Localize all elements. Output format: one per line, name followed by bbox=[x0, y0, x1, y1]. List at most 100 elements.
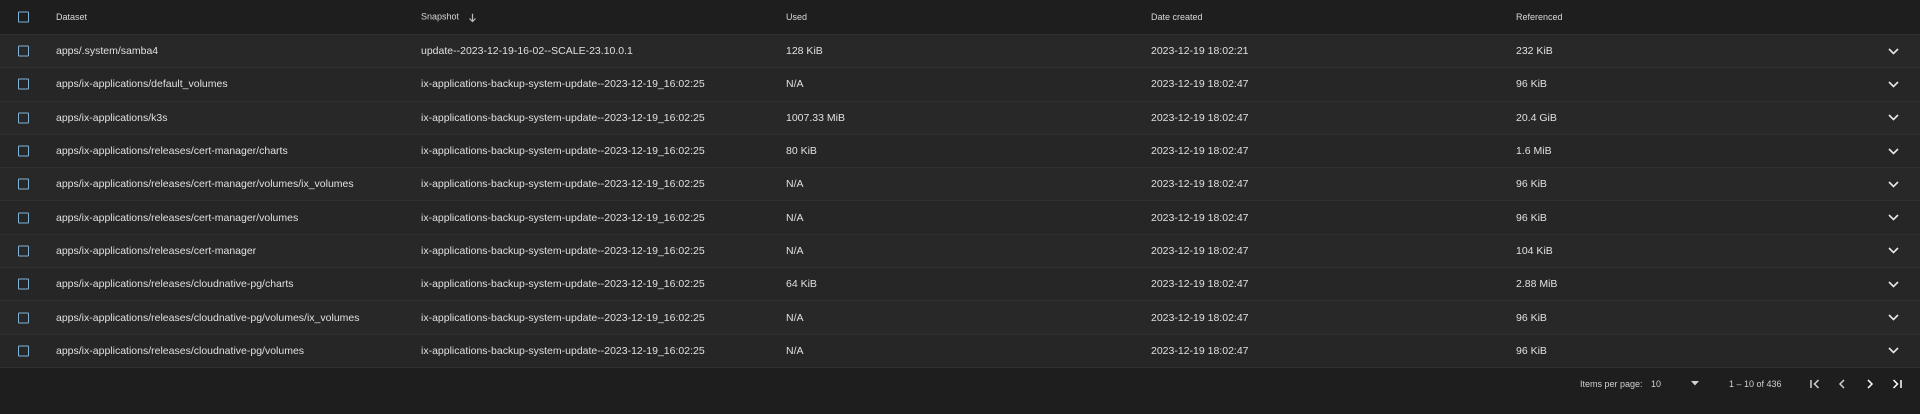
table-row[interactable]: apps/ix-applications/releases/cert-manag… bbox=[0, 201, 1920, 235]
used-cell: N/A bbox=[786, 244, 804, 257]
row-checkbox[interactable] bbox=[18, 112, 29, 124]
select-all-checkbox[interactable] bbox=[18, 11, 29, 23]
used-cell: N/A bbox=[786, 78, 804, 91]
arrow-down-icon bbox=[468, 12, 477, 22]
table-row[interactable]: apps/ix-applications/releases/cloudnativ… bbox=[0, 334, 1920, 368]
referenced-cell: 96 KiB bbox=[1516, 211, 1547, 224]
table-row[interactable]: apps/ix-applications/k3s ix-applications-… bbox=[0, 101, 1920, 135]
expand-row-button[interactable] bbox=[1886, 211, 1900, 225]
first-page-button[interactable] bbox=[1807, 376, 1823, 392]
page-range-label: 1 – 10 of 436 bbox=[1729, 378, 1782, 389]
used-cell: 64 KiB bbox=[786, 278, 817, 291]
dataset-cell: apps/.system/samba4 bbox=[56, 45, 159, 58]
row-checkbox[interactable] bbox=[18, 278, 29, 290]
chevron-left-icon bbox=[1836, 378, 1848, 390]
chevron-down-icon bbox=[1887, 214, 1899, 221]
referenced-cell: 104 KiB bbox=[1516, 244, 1553, 257]
date-created-cell: 2023-12-19 18:02:47 bbox=[1151, 145, 1249, 158]
expand-row-button[interactable] bbox=[1886, 344, 1900, 358]
snapshot-cell: ix-applications-backup-system-update--20… bbox=[421, 211, 705, 224]
previous-page-button[interactable] bbox=[1834, 376, 1850, 392]
date-created-cell: 2023-12-19 18:02:47 bbox=[1151, 178, 1249, 191]
chevron-down-icon bbox=[1887, 48, 1899, 55]
column-header-snapshot-label: Snapshot bbox=[421, 11, 460, 22]
used-cell: N/A bbox=[786, 211, 804, 224]
page-size-value: 10 bbox=[1651, 378, 1662, 389]
snapshot-cell: ix-applications-backup-system-update--20… bbox=[421, 78, 705, 91]
snapshot-cell: update--2023-12-19-16-02--SCALE-23.10.0.… bbox=[421, 45, 633, 58]
table-row[interactable]: apps/.system/samba4 update--2023-12-19-16… bbox=[0, 35, 1920, 69]
dataset-cell: apps/ix-applications/releases/cert-manag… bbox=[56, 145, 288, 158]
page-size-select[interactable]: 10 bbox=[1651, 379, 1699, 389]
snapshot-cell: ix-applications-backup-system-update--20… bbox=[421, 278, 705, 291]
chevron-down-icon bbox=[1887, 81, 1899, 88]
expand-row-button[interactable] bbox=[1886, 277, 1900, 291]
date-created-cell: 2023-12-19 18:02:47 bbox=[1151, 344, 1249, 357]
referenced-cell: 232 KiB bbox=[1516, 45, 1553, 58]
date-created-cell: 2023-12-19 18:02:47 bbox=[1151, 244, 1249, 257]
column-header-dataset[interactable]: Dataset bbox=[56, 12, 87, 22]
used-cell: N/A bbox=[786, 344, 804, 357]
column-header-referenced[interactable]: Referenced bbox=[1516, 12, 1563, 22]
referenced-cell: 96 KiB bbox=[1516, 178, 1547, 191]
row-checkbox[interactable] bbox=[18, 312, 29, 324]
row-checkbox[interactable] bbox=[18, 45, 29, 57]
chevron-down-icon bbox=[1887, 181, 1899, 188]
chevron-down-icon bbox=[1887, 147, 1899, 155]
referenced-cell: 96 KiB bbox=[1516, 311, 1547, 324]
chevron-down-icon bbox=[1887, 347, 1899, 354]
table-row[interactable]: apps/ix-applications/releases/cert-manag… bbox=[0, 134, 1920, 169]
dataset-cell: apps/ix-applications/default_volumes bbox=[56, 78, 228, 91]
chevron-down-icon bbox=[1887, 314, 1899, 321]
expand-row-button[interactable] bbox=[1886, 111, 1900, 125]
expand-row-button[interactable] bbox=[1886, 144, 1900, 158]
referenced-cell: 96 KiB bbox=[1516, 78, 1547, 91]
dataset-cell: apps/ix-applications/releases/cloudnativ… bbox=[56, 344, 305, 357]
chevron-down-icon bbox=[1887, 114, 1899, 121]
table-header: Dataset Snapshot Used Date created Refer… bbox=[0, 0, 1920, 35]
table-row[interactable]: apps/ix-applications/default_volumes ix-a… bbox=[0, 68, 1920, 102]
row-checkbox[interactable] bbox=[18, 212, 29, 224]
expand-row-button[interactable] bbox=[1886, 177, 1900, 191]
snapshot-cell: ix-applications-backup-system-update--20… bbox=[421, 111, 705, 124]
snapshot-cell: ix-applications-backup-system-update--20… bbox=[421, 244, 705, 257]
expand-row-button[interactable] bbox=[1886, 244, 1900, 258]
items-per-page-label: Items per page: bbox=[1580, 378, 1643, 389]
last-page-icon bbox=[1891, 378, 1903, 390]
row-checkbox[interactable] bbox=[18, 145, 29, 157]
expand-row-button[interactable] bbox=[1886, 77, 1900, 91]
snapshot-cell: ix-applications-backup-system-update--20… bbox=[421, 344, 705, 357]
date-created-cell: 2023-12-19 18:02:47 bbox=[1151, 111, 1249, 124]
table-row[interactable]: apps/ix-applications/releases/cloudnativ… bbox=[0, 301, 1920, 335]
chevron-down-icon bbox=[1887, 247, 1899, 255]
used-cell: 80 KiB bbox=[786, 145, 817, 158]
date-created-cell: 2023-12-19 18:02:47 bbox=[1151, 78, 1249, 91]
chevron-right-icon bbox=[1864, 378, 1876, 390]
last-page-button[interactable] bbox=[1889, 376, 1905, 392]
table-row[interactable]: apps/ix-applications/releases/cert-manag… bbox=[0, 234, 1920, 269]
snapshots-table: Dataset Snapshot Used Date created Refer… bbox=[0, 0, 1920, 400]
used-cell: 128 KiB bbox=[786, 45, 823, 58]
dataset-cell: apps/ix-applications/releases/cert-manag… bbox=[56, 244, 257, 257]
table-row[interactable]: apps/ix-applications/releases/cloudnativ… bbox=[0, 268, 1920, 302]
caret-down-icon bbox=[1691, 381, 1699, 386]
next-page-button[interactable] bbox=[1862, 376, 1878, 392]
row-checkbox[interactable] bbox=[18, 178, 29, 190]
paginator: Items per page: 10 1 – 10 of 436 bbox=[0, 367, 1920, 400]
dataset-cell: apps/ix-applications/releases/cloudnativ… bbox=[56, 278, 294, 291]
column-header-snapshot[interactable]: Snapshot bbox=[421, 12, 477, 23]
date-created-cell: 2023-12-19 18:02:47 bbox=[1151, 211, 1249, 224]
table-row[interactable]: apps/ix-applications/releases/cert-manag… bbox=[0, 168, 1920, 202]
snapshot-cell: ix-applications-backup-system-update--20… bbox=[421, 311, 705, 324]
expand-row-button[interactable] bbox=[1886, 311, 1900, 325]
row-checkbox[interactable] bbox=[18, 245, 29, 257]
row-checkbox[interactable] bbox=[18, 345, 29, 357]
referenced-cell: 2.88 MiB bbox=[1516, 278, 1558, 291]
dataset-cell: apps/ix-applications/releases/cert-manag… bbox=[56, 178, 354, 191]
referenced-cell: 20.4 GiB bbox=[1516, 111, 1557, 124]
date-created-cell: 2023-12-19 18:02:47 bbox=[1151, 278, 1249, 291]
expand-row-button[interactable] bbox=[1886, 44, 1900, 58]
column-header-date-created[interactable]: Date created bbox=[1151, 12, 1203, 22]
row-checkbox[interactable] bbox=[18, 78, 29, 90]
column-header-used[interactable]: Used bbox=[786, 12, 807, 22]
